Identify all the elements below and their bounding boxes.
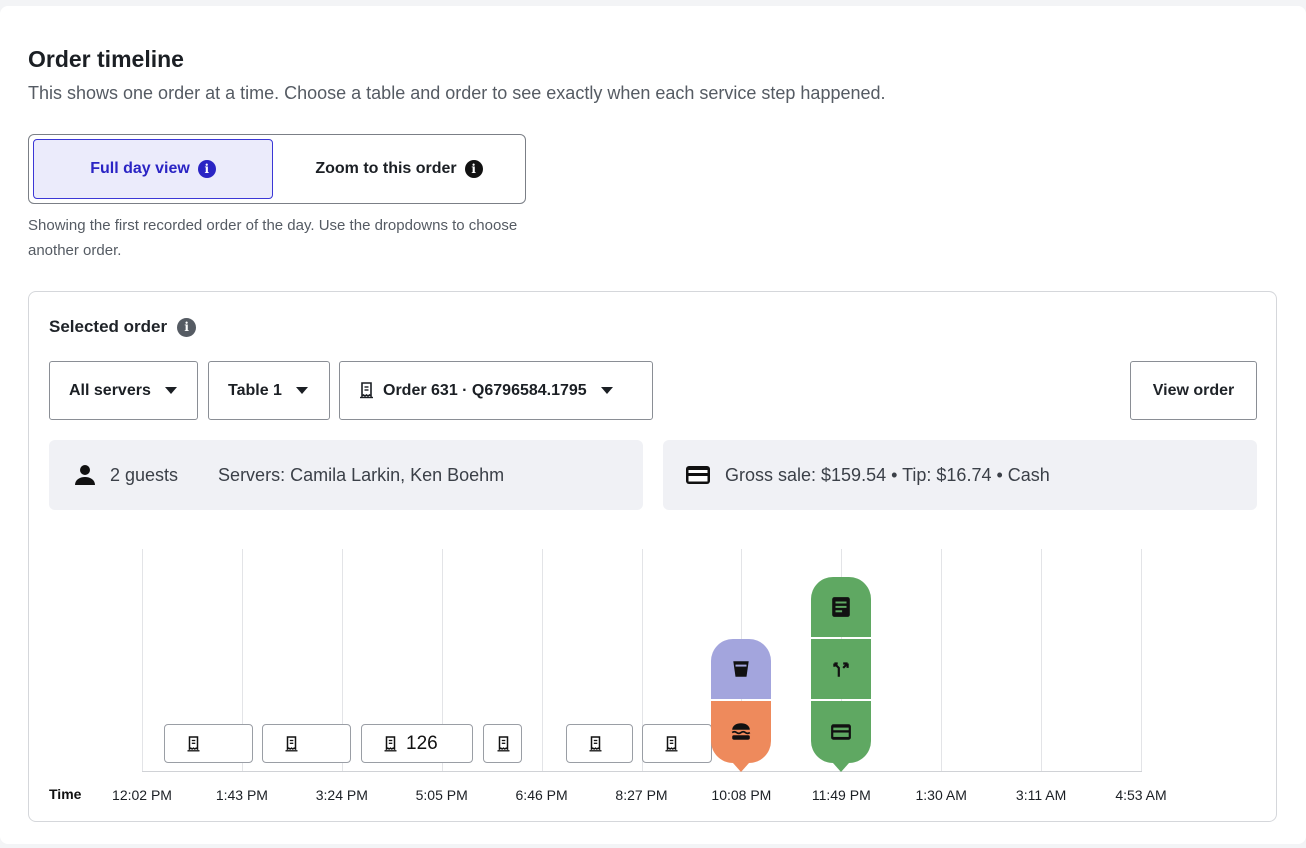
panel-title: Selected order i bbox=[49, 317, 197, 337]
time-tick-label: 8:27 PM bbox=[615, 787, 668, 803]
order-chip[interactable] bbox=[262, 724, 351, 763]
timeline-step-order[interactable] bbox=[811, 577, 872, 637]
caret-down-icon bbox=[295, 387, 308, 394]
timeline-step-split[interactable] bbox=[811, 639, 872, 699]
grid-line bbox=[142, 549, 143, 771]
receipt-icon bbox=[665, 735, 678, 751]
receipt-icon bbox=[589, 735, 602, 751]
timeline-event-pointer bbox=[833, 763, 850, 772]
receipt-icon bbox=[384, 735, 397, 751]
panel-title-text: Selected order bbox=[49, 317, 168, 336]
zoom-to-order-button[interactable]: Zoom to this order i bbox=[279, 139, 519, 199]
grid-line bbox=[541, 549, 543, 771]
payment-text: Gross sale: $159.54 • Tip: $16.74 • Cash bbox=[725, 464, 1050, 485]
time-tick-label: 5:05 PM bbox=[415, 787, 468, 803]
server-dropdown[interactable]: All servers bbox=[49, 361, 198, 420]
order-timeline-card: Order timeline This shows one order at a… bbox=[0, 6, 1306, 844]
order-dropdown[interactable]: Order 631 · Q6796584.1795 bbox=[339, 361, 653, 420]
time-tick-label: 4:53 AM bbox=[1115, 787, 1167, 803]
info-icon[interactable]: i bbox=[464, 160, 483, 178]
info-icon[interactable]: i bbox=[197, 160, 216, 178]
view-order-button[interactable]: View order bbox=[1130, 361, 1257, 420]
payment-summary: Gross sale: $159.54 • Tip: $16.74 • Cash bbox=[663, 440, 1257, 510]
order-icon bbox=[832, 597, 851, 617]
time-tick-label: 3:11 AM bbox=[1015, 787, 1067, 803]
full-day-view-button[interactable]: Full day view i bbox=[33, 139, 273, 199]
time-tick-label: 3:24 PM bbox=[315, 787, 368, 803]
guest-summary: 2 guests Servers: Camila Larkin, Ken Boe… bbox=[49, 440, 643, 510]
view-helper-text: Showing the first recorded order of the … bbox=[28, 217, 518, 259]
order-chip[interactable] bbox=[566, 724, 633, 763]
person-icon bbox=[75, 465, 95, 485]
receipt-icon bbox=[360, 382, 373, 399]
info-icon[interactable]: i bbox=[177, 317, 197, 337]
payment-icon bbox=[831, 724, 852, 740]
page-title: Order timeline bbox=[28, 46, 184, 72]
order-chip[interactable] bbox=[483, 724, 522, 763]
receipt-icon bbox=[285, 735, 298, 751]
time-axis-label: Time bbox=[49, 786, 82, 802]
server-dropdown-value: All servers bbox=[69, 381, 151, 399]
time-tick-label: 1:43 PM bbox=[215, 787, 268, 803]
split-icon bbox=[833, 662, 849, 677]
time-tick-label: 6:46 PM bbox=[515, 787, 568, 803]
timeline-event-stack[interactable] bbox=[711, 639, 772, 763]
timeline-step-drink[interactable] bbox=[711, 639, 772, 699]
order-chip-count: 126 bbox=[406, 732, 438, 754]
drink-icon bbox=[733, 661, 750, 677]
servers-text: Servers: Camila Larkin, Ken Boehm bbox=[218, 464, 505, 485]
grid-line bbox=[941, 549, 943, 771]
selected-order-panel: Selected order i All servers Table 1 Ord… bbox=[28, 291, 1277, 822]
guest-count: 2 guests bbox=[110, 464, 179, 485]
food-icon bbox=[732, 723, 751, 740]
time-tick-label: 1:30 AM bbox=[915, 787, 967, 803]
view-toggle: Full day view i Zoom to this order i bbox=[28, 134, 526, 204]
time-tick-label: 11:49 PM bbox=[811, 787, 871, 803]
timeline-step-payment[interactable] bbox=[811, 701, 872, 763]
table-dropdown[interactable]: Table 1 bbox=[208, 361, 330, 420]
page-subtitle: This shows one order at a time. Choose a… bbox=[28, 83, 886, 103]
credit-card-icon bbox=[686, 466, 710, 484]
time-tick-label: 12:02 PM bbox=[112, 787, 172, 803]
full-day-view-label: Full day view bbox=[90, 160, 190, 177]
timeline-event-stack[interactable] bbox=[811, 577, 872, 763]
receipt-icon bbox=[187, 735, 200, 751]
time-tick-label: 10:08 PM bbox=[711, 787, 772, 803]
grid-line bbox=[1141, 549, 1142, 771]
table-dropdown-value: Table 1 bbox=[228, 381, 282, 399]
caret-down-icon bbox=[164, 387, 177, 394]
caret-down-icon bbox=[600, 387, 613, 394]
order-chip[interactable] bbox=[164, 724, 253, 763]
timeline-event-pointer bbox=[733, 763, 750, 772]
order-chip[interactable] bbox=[642, 724, 712, 763]
order-chip[interactable]: 126 bbox=[361, 724, 473, 763]
timeline-baseline bbox=[142, 771, 1142, 772]
timeline-step-food[interactable] bbox=[711, 701, 772, 763]
order-dropdown-value: Order 631 · Q6796584.1795 bbox=[383, 381, 587, 399]
grid-line bbox=[1041, 549, 1043, 771]
receipt-icon bbox=[497, 735, 510, 751]
zoom-to-order-label: Zoom to this order bbox=[315, 160, 457, 177]
